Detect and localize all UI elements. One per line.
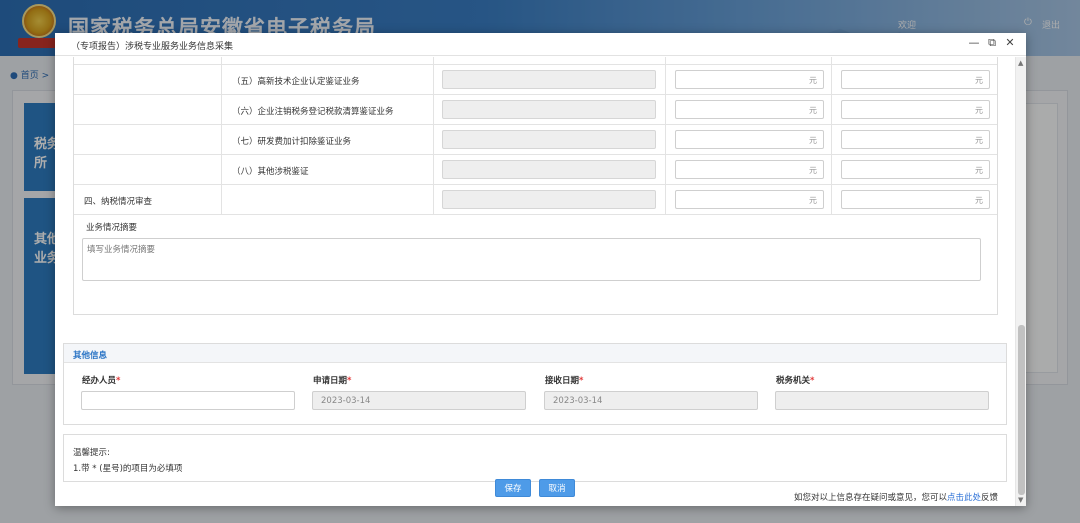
close-icon[interactable]: ✕ bbox=[1004, 36, 1016, 50]
table-cell-amount: 元 bbox=[832, 95, 997, 125]
required-mark: * bbox=[579, 376, 584, 386]
tips-box: 温馨提示: 1.带 * (星号)的项目为必填项 bbox=[63, 434, 1007, 482]
table-cell-item: （七）研发费加计扣除鉴证业务 bbox=[222, 125, 434, 155]
table-cell-input bbox=[434, 125, 666, 155]
row-label: （五）高新技术企业认定鉴证业务 bbox=[232, 77, 360, 87]
apply-date-input: 2023-03-14 bbox=[312, 391, 526, 410]
amount-input[interactable]: 元 bbox=[675, 160, 824, 179]
operator-label-text: 经办人员 bbox=[82, 376, 117, 386]
table-cell-category bbox=[74, 95, 222, 125]
table-cell-amount: 元 bbox=[666, 155, 832, 185]
table-row: （五）高新技术企业认定鉴证业务 元 元 bbox=[74, 65, 997, 95]
vertical-scrollbar[interactable]: ▲ ▼ bbox=[1015, 57, 1026, 506]
tips-title: 温馨提示: bbox=[73, 448, 110, 458]
table-cell-amount bbox=[832, 57, 997, 65]
table-cell-category: 四、纳税情况审查 bbox=[74, 185, 222, 215]
row-label: （八）其他涉税鉴证 bbox=[232, 167, 309, 177]
other-info-section: 其他信息 经办人员* 申请日期* 2023-03-14 接收日期* 2023-0… bbox=[63, 343, 1007, 425]
table-cell-item bbox=[222, 185, 434, 215]
amount-input[interactable]: 元 bbox=[841, 160, 990, 179]
table-cell-amount: 元 bbox=[832, 155, 997, 185]
amount-input[interactable]: 元 bbox=[675, 70, 824, 89]
table-cell-amount: 元 bbox=[832, 125, 997, 155]
cancel-button[interactable]: 取消 bbox=[539, 479, 575, 497]
table-row: 四、纳税情况审查 元 元 bbox=[74, 185, 997, 215]
tips-text: 1.带 * (星号)的项目为必填项 bbox=[73, 464, 183, 474]
scroll-up-icon[interactable]: ▲ bbox=[1018, 59, 1023, 67]
amount-input[interactable]: 元 bbox=[841, 100, 990, 119]
dialog-body: （五）高新技术企业认定鉴证业务 元 元 （六）企业注销税务登记税款清算鉴证业务 … bbox=[55, 57, 1015, 506]
table-cell-category bbox=[74, 65, 222, 95]
amount-input[interactable]: 元 bbox=[675, 190, 824, 209]
receive-date-label-text: 接收日期 bbox=[545, 376, 580, 386]
readonly-field bbox=[442, 130, 656, 149]
section-title: 其他信息 bbox=[73, 351, 108, 361]
row-label: （七）研发费加计扣除鉴证业务 bbox=[232, 137, 352, 147]
amount-input[interactable]: 元 bbox=[675, 130, 824, 149]
table-cell-item: （五）高新技术企业认定鉴证业务 bbox=[222, 65, 434, 95]
scroll-down-icon[interactable]: ▼ bbox=[1018, 496, 1023, 504]
summary-label: 业务情况摘要 bbox=[86, 223, 138, 233]
table-cell-item bbox=[222, 57, 434, 65]
section-header: 其他信息 bbox=[64, 344, 1006, 363]
receive-date-label: 接收日期* bbox=[545, 374, 583, 386]
amount-input[interactable]: 元 bbox=[675, 100, 824, 119]
feedback-link[interactable]: 点击此处 bbox=[947, 493, 981, 503]
table-row: （六）企业注销税务登记税款清算鉴证业务 元 元 bbox=[74, 95, 997, 125]
info-collection-dialog: （专项报告）涉税专业服务业务信息采集 — ⧉ ✕ （五）高新技术企业认定鉴证业务… bbox=[55, 33, 1026, 506]
minimize-icon[interactable]: — bbox=[968, 36, 980, 50]
table-cell-input bbox=[434, 185, 666, 215]
readonly-field bbox=[442, 160, 656, 179]
table-cell-amount: 元 bbox=[666, 125, 832, 155]
table-row bbox=[74, 57, 997, 65]
table-cell-amount: 元 bbox=[666, 65, 832, 95]
table-row: （八）其他涉税鉴证 元 元 bbox=[74, 155, 997, 185]
feedback-line: 如您对以上信息存在疑问或意见，您可以点击此处反馈 bbox=[794, 491, 998, 503]
table-cell-input bbox=[434, 95, 666, 125]
table-row: （七）研发费加计扣除鉴证业务 元 元 bbox=[74, 125, 997, 155]
row-label: （六）企业注销税务登记税款清算鉴证业务 bbox=[232, 107, 394, 117]
readonly-field bbox=[442, 190, 656, 209]
table-cell-amount: 元 bbox=[666, 185, 832, 215]
table-cell-amount bbox=[666, 57, 832, 65]
tax-authority-label: 税务机关* bbox=[776, 374, 814, 386]
table-cell-item: （八）其他涉税鉴证 bbox=[222, 155, 434, 185]
apply-date-label-text: 申请日期 bbox=[313, 376, 348, 386]
dialog-title-bar: （专项报告）涉税专业服务业务信息采集 — ⧉ ✕ bbox=[55, 33, 1026, 56]
feedback-prefix: 如您对以上信息存在疑问或意见，您可以 bbox=[793, 493, 947, 503]
table-cell-category bbox=[74, 57, 222, 65]
summary-textarea[interactable] bbox=[82, 238, 981, 281]
business-table: （五）高新技术企业认定鉴证业务 元 元 （六）企业注销税务登记税款清算鉴证业务 … bbox=[73, 57, 998, 315]
amount-input[interactable]: 元 bbox=[841, 70, 990, 89]
operator-label: 经办人员* bbox=[82, 374, 120, 386]
table-cell-item: （六）企业注销税务登记税款清算鉴证业务 bbox=[222, 95, 434, 125]
required-mark: * bbox=[347, 376, 352, 386]
readonly-field bbox=[442, 100, 656, 119]
dialog-window-controls: — ⧉ ✕ bbox=[968, 36, 1016, 50]
required-mark: * bbox=[810, 376, 815, 386]
dialog-title: （专项报告）涉税专业服务业务信息采集 bbox=[71, 42, 234, 52]
amount-input[interactable]: 元 bbox=[841, 130, 990, 149]
feedback-suffix: 反馈 bbox=[980, 493, 998, 503]
required-mark: * bbox=[116, 376, 121, 386]
tax-authority-input bbox=[775, 391, 989, 410]
table-cell-input bbox=[434, 57, 666, 65]
table-cell-amount: 元 bbox=[666, 95, 832, 125]
table-cell-amount: 元 bbox=[832, 185, 997, 215]
readonly-field bbox=[442, 70, 656, 89]
save-button[interactable]: 保存 bbox=[495, 479, 531, 497]
table-cell-amount: 元 bbox=[832, 65, 997, 95]
amount-input[interactable]: 元 bbox=[841, 190, 990, 209]
table-cell-input bbox=[434, 65, 666, 95]
operator-input[interactable] bbox=[81, 391, 295, 410]
apply-date-label: 申请日期* bbox=[313, 374, 351, 386]
tax-authority-label-text: 税务机关 bbox=[776, 376, 811, 386]
receive-date-input: 2023-03-14 bbox=[544, 391, 758, 410]
maximize-icon[interactable]: ⧉ bbox=[986, 36, 998, 50]
table-cell-category bbox=[74, 125, 222, 155]
table-cell-category bbox=[74, 155, 222, 185]
row-category-label: 四、纳税情况审查 bbox=[84, 197, 153, 207]
table-cell-input bbox=[434, 155, 666, 185]
scroll-thumb[interactable] bbox=[1018, 325, 1025, 495]
